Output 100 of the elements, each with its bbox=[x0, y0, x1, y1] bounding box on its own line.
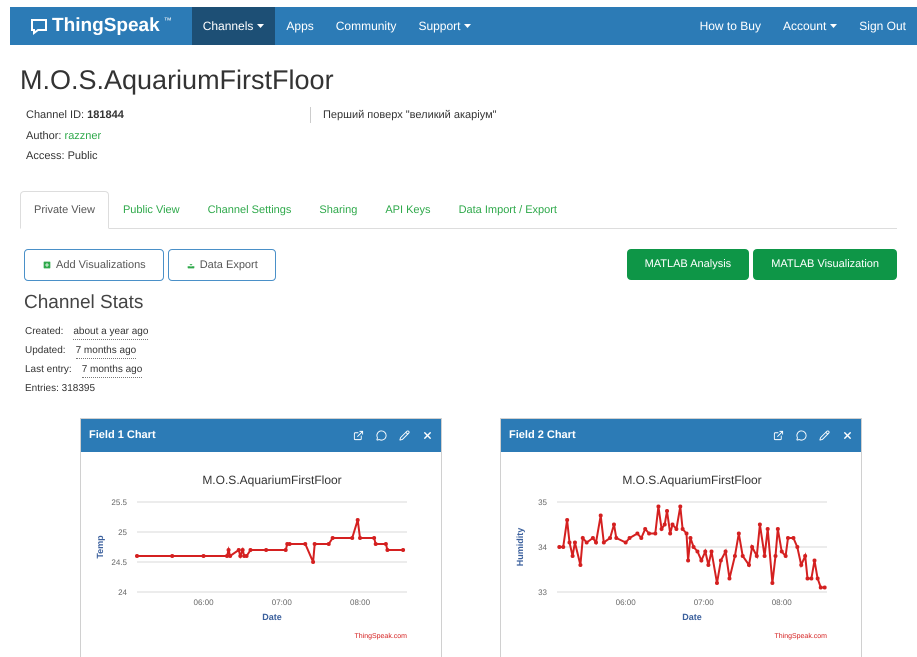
data-point bbox=[226, 548, 231, 552]
data-point bbox=[598, 513, 603, 517]
data-point bbox=[812, 558, 817, 562]
data-point bbox=[303, 542, 308, 546]
speech-bubble-icon bbox=[30, 18, 48, 34]
tab[interactable]: Public View bbox=[108, 190, 194, 229]
nav-item[interactable]: Community bbox=[324, 7, 408, 45]
external-link-icon[interactable] bbox=[353, 430, 364, 440]
matlab-button[interactable]: MATLAB Analysis bbox=[626, 249, 750, 280]
x-tick-label: 07:00 bbox=[694, 598, 714, 606]
data-point bbox=[816, 576, 820, 580]
nav-item[interactable]: How to Buy bbox=[688, 7, 772, 45]
x-tick-label: 08:00 bbox=[772, 598, 792, 606]
data-point bbox=[608, 536, 612, 540]
action-button[interactable]: Data Export bbox=[168, 249, 276, 281]
chart-title: M.O.S.AquariumFirstFloor bbox=[622, 472, 762, 486]
close-icon[interactable] bbox=[842, 430, 853, 440]
data-point bbox=[570, 554, 575, 558]
data-point bbox=[803, 554, 808, 558]
external-link-icon[interactable] bbox=[773, 430, 784, 440]
channel-title: M.O.S.AquariumFirstFloor bbox=[20, 64, 335, 97]
comment-icon[interactable] bbox=[376, 430, 387, 440]
action-button[interactable]: Add Visualizations bbox=[24, 249, 164, 281]
data-point bbox=[135, 554, 139, 558]
data-point bbox=[248, 548, 252, 552]
tab[interactable]: API Keys bbox=[371, 190, 445, 229]
y-tick-label: 25.5 bbox=[111, 498, 127, 506]
x-tick-label: 06:00 bbox=[616, 598, 636, 606]
chart-title: M.O.S.AquariumFirstFloor bbox=[202, 472, 342, 486]
brand-name[interactable]: ThingSpeak bbox=[52, 12, 160, 40]
panel-title: Field 1 Chart bbox=[89, 428, 156, 443]
nav-item[interactable]: Support bbox=[407, 7, 482, 45]
close-icon[interactable] bbox=[422, 430, 433, 440]
comment-icon[interactable] bbox=[796, 430, 807, 440]
author-link[interactable]: razzner bbox=[64, 130, 102, 142]
nav-item[interactable]: Channels bbox=[192, 7, 276, 45]
data-point bbox=[776, 526, 780, 530]
data-point bbox=[740, 554, 745, 558]
tab[interactable]: Sharing bbox=[305, 190, 372, 229]
data-point bbox=[312, 542, 317, 546]
data-point bbox=[699, 558, 704, 562]
data-point bbox=[714, 580, 719, 584]
data-point bbox=[736, 531, 741, 535]
y-tick-label: 24 bbox=[118, 588, 127, 596]
pencil-icon[interactable] bbox=[399, 430, 410, 440]
data-point bbox=[706, 562, 710, 566]
nav-item[interactable]: Account bbox=[772, 7, 848, 45]
plus-icon bbox=[42, 260, 52, 270]
stat-value: 7 months ago bbox=[76, 342, 136, 358]
data-point bbox=[326, 542, 331, 546]
data-point bbox=[202, 554, 206, 558]
data-point bbox=[374, 542, 378, 546]
data-point bbox=[718, 558, 723, 562]
stat-label: Last entry: bbox=[25, 362, 72, 376]
x-tick-label: 07:00 bbox=[272, 598, 292, 606]
data-point bbox=[686, 558, 690, 562]
tab[interactable]: Channel Settings bbox=[194, 190, 306, 229]
nav-item[interactable]: Apps bbox=[275, 7, 325, 45]
data-point bbox=[795, 544, 800, 548]
data-point bbox=[602, 540, 606, 544]
stat-label: Created: bbox=[25, 324, 64, 338]
y-axis-label: Humidity bbox=[515, 527, 525, 566]
data-point bbox=[724, 549, 728, 553]
access-text: Access: Public bbox=[26, 149, 99, 164]
data-point bbox=[578, 562, 582, 566]
y-tick-label: 25 bbox=[118, 528, 127, 536]
data-point bbox=[750, 544, 754, 548]
data-point bbox=[358, 536, 362, 540]
data-point bbox=[350, 536, 354, 540]
tab[interactable]: Private View bbox=[20, 190, 109, 229]
data-point bbox=[668, 531, 672, 535]
stats-heading: Channel Stats bbox=[23, 291, 144, 315]
data-point bbox=[356, 518, 360, 522]
y-axis-label: Temp bbox=[95, 534, 105, 558]
data-point bbox=[766, 526, 770, 530]
panel-title: Field 2 Chart bbox=[509, 428, 576, 443]
data-point bbox=[170, 554, 174, 558]
data-point bbox=[710, 549, 714, 553]
tab[interactable]: Data Import / Export bbox=[444, 190, 571, 229]
data-point bbox=[703, 549, 708, 553]
data-point bbox=[385, 548, 390, 552]
data-point bbox=[746, 562, 751, 566]
data-point bbox=[264, 548, 268, 552]
data-point bbox=[754, 554, 759, 558]
y-tick-label: 33 bbox=[538, 588, 547, 596]
x-axis-label: Date bbox=[682, 612, 702, 622]
x-axis-label: Date bbox=[262, 612, 282, 622]
matlab-button[interactable]: MATLAB Visualization bbox=[753, 249, 897, 280]
data-point bbox=[665, 508, 670, 512]
stat-label: Updated: bbox=[25, 344, 66, 358]
nav-item[interactable]: Sign Out bbox=[848, 7, 917, 45]
stat-value: about a year ago bbox=[73, 324, 148, 340]
y-tick-label: 35 bbox=[538, 498, 547, 506]
data-point bbox=[612, 522, 616, 526]
pencil-icon[interactable] bbox=[819, 430, 830, 440]
data-point bbox=[678, 504, 682, 508]
data-point bbox=[401, 548, 406, 552]
author-label: Author: razzner bbox=[26, 128, 102, 144]
data-point bbox=[311, 560, 316, 564]
trademark: ™ bbox=[164, 15, 172, 27]
